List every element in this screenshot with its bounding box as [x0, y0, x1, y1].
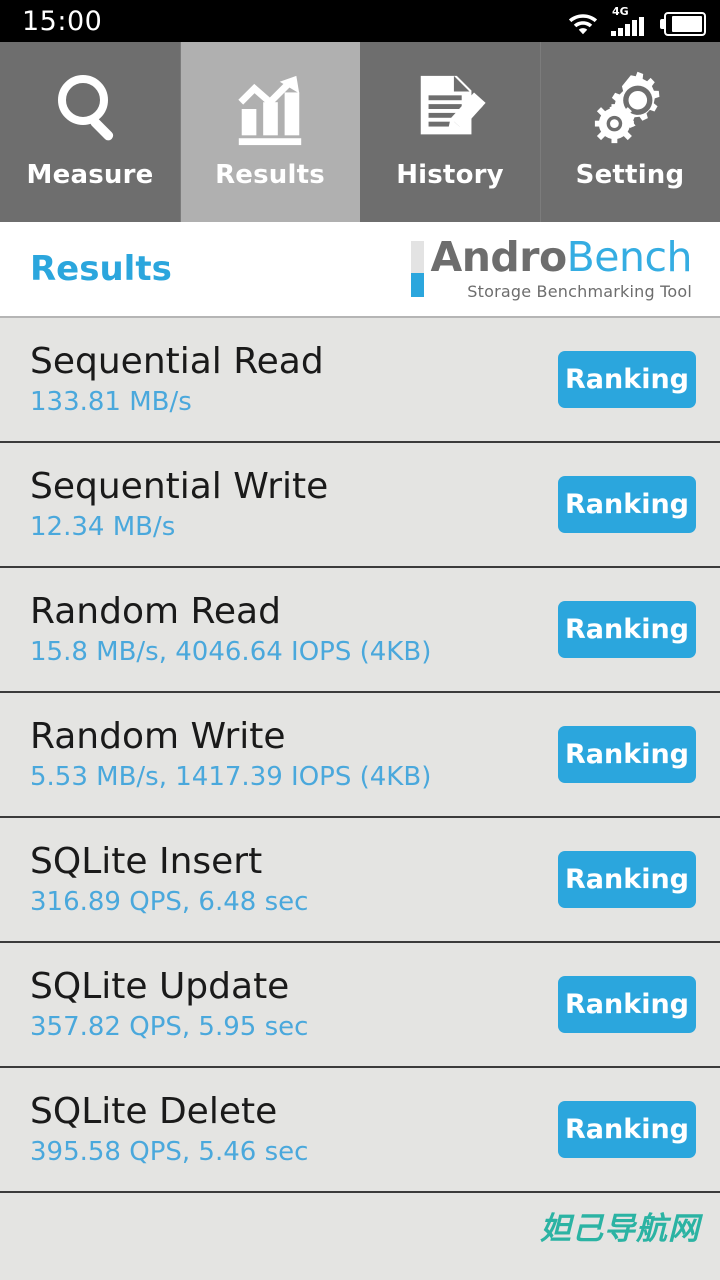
result-value: 357.82 QPS, 5.95 sec	[30, 1012, 309, 1043]
logo-tagline: Storage Benchmarking Tool	[467, 282, 692, 301]
result-text-group: Random Read 15.8 MB/s, 4046.64 IOPS (4KB…	[30, 591, 432, 668]
logo-wordmark-secondary: Bench	[566, 233, 693, 281]
result-value: 12.34 MB/s	[30, 512, 176, 543]
result-title: Sequential Read	[30, 341, 324, 383]
signal-bar-group	[611, 17, 644, 36]
tab-setting[interactable]: Setting	[540, 42, 720, 222]
wifi-icon	[568, 10, 598, 36]
result-value: 5.53 MB/s, 1417.39 IOPS (4KB)	[30, 762, 432, 793]
result-value: 15.8 MB/s, 4046.64 IOPS (4KB)	[30, 637, 432, 668]
table-row[interactable]: Sequential Write 12.34 MB/s Ranking	[0, 443, 720, 568]
tab-setting-label: Setting	[575, 160, 685, 190]
magnifier-icon	[47, 66, 133, 152]
logo-bar-icon	[411, 241, 425, 298]
result-title: Random Read	[30, 591, 281, 633]
ranking-button[interactable]: Ranking	[558, 726, 696, 783]
androbench-results-screen: 15:00 4G Measure Results History Setting…	[0, 0, 720, 1280]
tab-results-label: Results	[215, 160, 325, 190]
logo-wordmark-primary: Andro	[430, 233, 567, 281]
result-text-group: Sequential Write 12.34 MB/s	[30, 466, 329, 543]
table-row[interactable]: SQLite Update 357.82 QPS, 5.95 sec Ranki…	[0, 943, 720, 1068]
tab-history-label: History	[396, 160, 504, 190]
ranking-button[interactable]: Ranking	[558, 1101, 696, 1158]
ranking-button[interactable]: Ranking	[558, 476, 696, 533]
tab-history[interactable]: History	[360, 42, 540, 222]
main-tab-bar: Measure Results History Setting	[0, 42, 720, 222]
result-title: SQLite Insert	[30, 841, 263, 883]
result-title: Random Write	[30, 716, 286, 758]
result-title: SQLite Delete	[30, 1091, 278, 1133]
table-row[interactable]: Random Write 5.53 MB/s, 1417.39 IOPS (4K…	[0, 693, 720, 818]
result-value: 133.81 MB/s	[30, 387, 192, 418]
ranking-button[interactable]: Ranking	[558, 976, 696, 1033]
results-list: Sequential Read 133.81 MB/s Ranking Sequ…	[0, 318, 720, 1193]
status-clock: 15:00	[22, 5, 103, 37]
network-type-label: 4G	[612, 5, 629, 18]
ranking-button[interactable]: Ranking	[558, 601, 696, 658]
signal-bars-icon: 4G	[611, 5, 647, 36]
result-text-group: Random Write 5.53 MB/s, 1417.39 IOPS (4K…	[30, 716, 432, 793]
logo-text: AndroBench Storage Benchmarking Tool	[430, 237, 692, 302]
bar-chart-arrow-icon	[227, 66, 313, 152]
result-value: 316.89 QPS, 6.48 sec	[30, 887, 309, 918]
result-text-group: Sequential Read 133.81 MB/s	[30, 341, 324, 418]
result-title: Sequential Write	[30, 466, 329, 508]
status-bar: 15:00 4G	[0, 0, 720, 42]
result-title: SQLite Update	[30, 966, 290, 1008]
androbench-logo: AndroBench Storage Benchmarking Tool	[411, 237, 693, 302]
tab-measure-label: Measure	[26, 160, 154, 190]
document-pencil-icon	[407, 66, 493, 152]
result-text-group: SQLite Delete 395.58 QPS, 5.46 sec	[30, 1091, 309, 1168]
logo-wordmark: AndroBench	[430, 237, 692, 278]
battery-icon	[660, 12, 706, 36]
gears-icon	[587, 66, 673, 152]
table-row[interactable]: SQLite Delete 395.58 QPS, 5.46 sec Ranki…	[0, 1068, 720, 1193]
result-text-group: SQLite Update 357.82 QPS, 5.95 sec	[30, 966, 309, 1043]
status-icon-group: 4G	[568, 6, 706, 36]
table-row[interactable]: SQLite Insert 316.89 QPS, 6.48 sec Ranki…	[0, 818, 720, 943]
site-watermark: 妲己导航网	[540, 1211, 700, 1247]
ranking-button[interactable]: Ranking	[558, 851, 696, 908]
page-header: Results AndroBench Storage Benchmarking …	[0, 222, 720, 318]
tab-results[interactable]: Results	[180, 42, 360, 222]
table-row[interactable]: Sequential Read 133.81 MB/s Ranking	[0, 318, 720, 443]
tab-measure[interactable]: Measure	[0, 42, 180, 222]
result-text-group: SQLite Insert 316.89 QPS, 6.48 sec	[30, 841, 309, 918]
page-title: Results	[30, 249, 172, 289]
table-row[interactable]: Random Read 15.8 MB/s, 4046.64 IOPS (4KB…	[0, 568, 720, 693]
result-value: 395.58 QPS, 5.46 sec	[30, 1137, 309, 1168]
ranking-button[interactable]: Ranking	[558, 351, 696, 408]
